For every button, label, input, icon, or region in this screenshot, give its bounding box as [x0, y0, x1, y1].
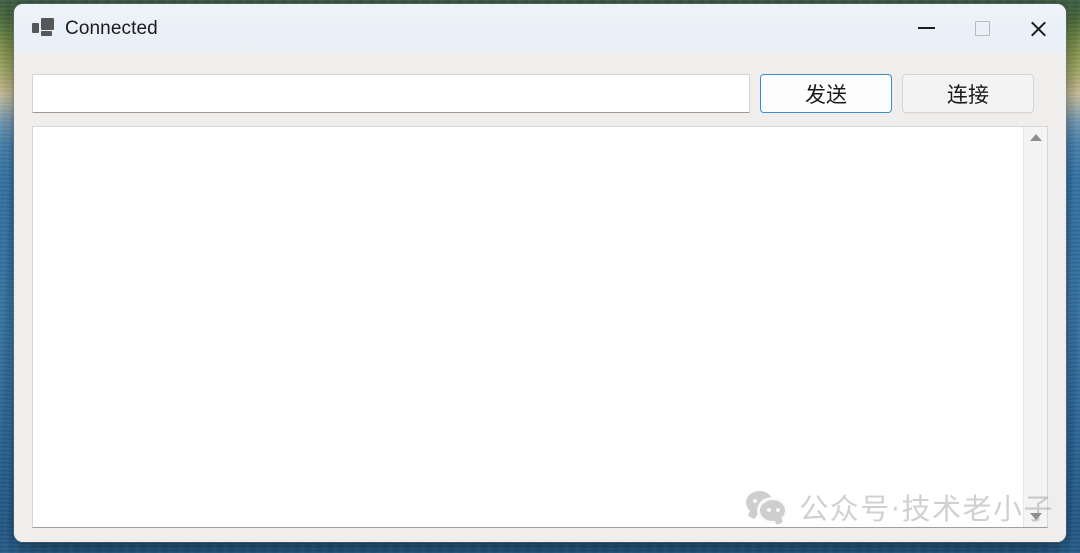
icon-large-screen [41, 18, 54, 30]
icon-screen-base [41, 31, 52, 36]
window-controls [898, 4, 1066, 52]
close-icon [1029, 19, 1048, 38]
minimize-button[interactable] [898, 4, 954, 52]
close-button[interactable] [1010, 4, 1066, 52]
client-area: 发送 连接 公众号·技术老小子 [14, 52, 1066, 542]
log-textarea-wrapper [32, 126, 1048, 528]
minimize-icon [917, 27, 935, 29]
window-title: Connected [65, 17, 158, 39]
scroll-up-arrow-icon[interactable] [1029, 134, 1042, 141]
toolbar-row: 发送 连接 [32, 74, 1048, 113]
maximize-icon [974, 20, 990, 36]
log-textarea[interactable] [33, 127, 1023, 527]
send-button[interactable]: 发送 [760, 74, 892, 113]
connect-button[interactable]: 连接 [902, 74, 1034, 113]
network-computers-icon [32, 18, 54, 38]
log-scrollbar[interactable] [1023, 127, 1047, 527]
titlebar-left-group: Connected [14, 4, 158, 52]
message-input[interactable] [32, 74, 750, 113]
window-titlebar[interactable]: Connected [14, 4, 1066, 52]
maximize-button[interactable] [954, 4, 1010, 52]
application-window: Connected 发送 连接 公众号·技术老小子 [14, 4, 1066, 542]
icon-small-screen [32, 23, 39, 33]
scroll-down-arrow-icon[interactable] [1029, 513, 1042, 520]
